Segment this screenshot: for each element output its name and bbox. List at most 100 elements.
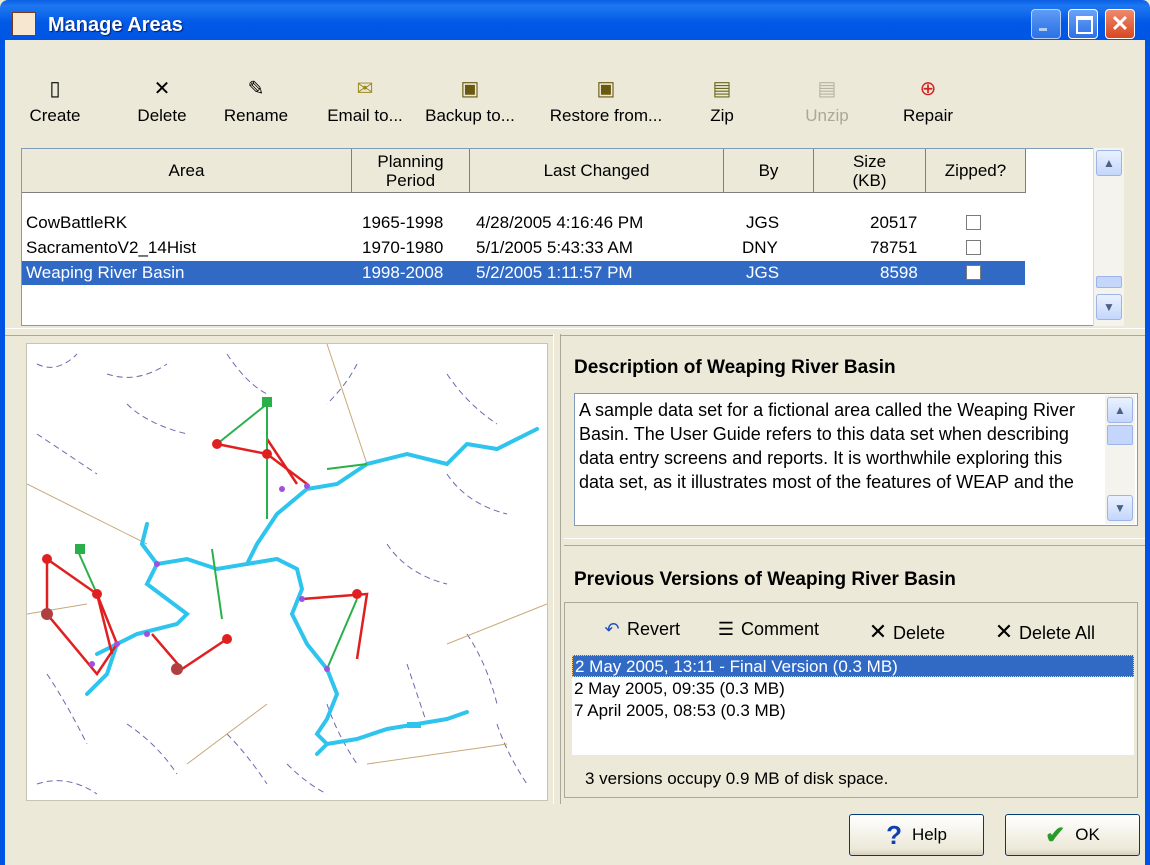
scroll-thumb[interactable] (1096, 276, 1122, 288)
description-splitter[interactable] (564, 538, 1145, 546)
description-title: Description of Weaping River Basin (574, 357, 896, 378)
toolbar: ▯ Create ✕ Delete ✎ Rename ✉ Email to...… (5, 40, 1145, 148)
by-cell: JGS (746, 213, 780, 232)
zipped-checkbox[interactable] (966, 215, 981, 230)
column-header-size[interactable]: Size (KB) (814, 149, 926, 193)
help-button[interactable]: ? Help (849, 814, 984, 856)
delete-label: Delete (137, 106, 187, 125)
vertical-splitter[interactable] (553, 334, 561, 804)
repair-button[interactable]: ⊕ Repair (897, 40, 959, 148)
versions-list[interactable]: 2 May 2005, 13:11 - Final Version (0.3 M… (572, 655, 1134, 755)
delete-all-label: Delete All (1019, 623, 1096, 643)
table-row-selected[interactable]: Weaping River Basin 1998-2008 5/2/2005 1… (22, 261, 1025, 285)
column-header-planning-period[interactable]: Planning Period (352, 149, 470, 193)
unzip-label: Unzip (805, 106, 849, 125)
grid-scrollbar[interactable]: ▲ ▼ (1093, 148, 1124, 326)
ok-button[interactable]: ✔ OK (1005, 814, 1140, 856)
envelope-icon: ✉ (356, 78, 374, 100)
checkmark-icon: ✔ (1045, 821, 1066, 849)
by-cell: DNY (742, 238, 778, 257)
minimize-button[interactable] (1031, 9, 1061, 39)
table-row[interactable]: SacramentoV2_14Hist 1970-1980 5/1/2005 5… (22, 236, 1025, 260)
size-cell: 78751 (870, 238, 918, 257)
restore-from-label: Restore from... (549, 106, 663, 125)
revert-button[interactable]: ↶ Revert (601, 619, 680, 640)
version-item-selected[interactable]: 2 May 2005, 13:11 - Final Version (0.3 M… (572, 655, 1134, 677)
backup-to-button[interactable]: ▣ Backup to... (415, 40, 525, 148)
rename-label: Rename (223, 106, 289, 125)
delete-version-button[interactable]: ✕ Delete (867, 619, 945, 645)
scroll-up-button[interactable]: ▲ (1096, 150, 1122, 176)
river-nodes (89, 483, 330, 672)
repair-label: Repair (902, 106, 954, 125)
scroll-down-button[interactable]: ▼ (1107, 495, 1133, 521)
minimize-icon (1039, 28, 1047, 31)
zip-button[interactable]: ▤ Zip (705, 40, 739, 148)
help-label: Help (911, 825, 947, 844)
delete-all-x-icon: ✕ (994, 619, 1014, 644)
unzip-icon: ▤ (817, 78, 837, 100)
delete-button[interactable]: ✕ Delete (129, 40, 195, 148)
comment-button[interactable]: ☰ Comment (715, 619, 819, 640)
comment-label: Comment (741, 619, 820, 639)
area-schematic-map[interactable] (26, 343, 548, 801)
description-scrollbar[interactable]: ▲ ▼ (1105, 395, 1135, 524)
versions-toolbar: ↶ Revert ☰ Comment ✕ Delete ✕ Delete All (565, 603, 1137, 655)
version-item[interactable]: 7 April 2005, 08:53 (0.3 MB) (572, 700, 1134, 722)
period-cell: 1965-1998 (362, 213, 444, 232)
app-icon (12, 12, 36, 36)
version-item[interactable]: 2 May 2005, 09:35 (0.3 MB) (572, 678, 1134, 700)
ok-label: OK (1075, 825, 1100, 844)
zip-label: Zip (710, 106, 734, 125)
scroll-thumb[interactable] (1107, 425, 1133, 445)
last-changed-cell: 5/2/2005 1:11:57 PM (476, 263, 633, 282)
column-header-by[interactable]: By (724, 149, 814, 193)
versions-panel: ↶ Revert ☰ Comment ✕ Delete ✕ Delete All 2 M… (564, 602, 1138, 798)
restore-from-button[interactable]: ▣ Restore from... (535, 40, 677, 148)
floppy-restore-icon: ▣ (596, 78, 616, 100)
rename-icon: ✎ (247, 78, 265, 100)
close-icon: ✕ (1110, 11, 1130, 36)
column-header-zipped[interactable]: Zipped? (926, 149, 1026, 193)
column-header-area[interactable]: Area (22, 149, 352, 193)
areas-grid[interactable]: Area Planning Period Last Changed By Siz… (21, 148, 1124, 326)
delete-x-icon: ✕ (153, 78, 171, 100)
last-changed-cell: 5/1/2005 5:43:33 AM (476, 238, 633, 257)
revert-arrow-icon: ↶ (604, 619, 620, 639)
close-button[interactable]: ✕ (1105, 9, 1135, 39)
help-question-icon: ? (886, 819, 902, 850)
email-to-button[interactable]: ✉ Email to... (317, 40, 413, 148)
backup-to-label: Backup to... (425, 106, 515, 125)
size-cell: 8598 (880, 263, 918, 282)
roads (27, 344, 547, 765)
delete-all-button[interactable]: ✕ Delete All (993, 619, 1095, 645)
scroll-up-button[interactable]: ▲ (1107, 397, 1133, 423)
by-cell: JGS (746, 263, 780, 282)
unzip-button[interactable]: ▤ Unzip (801, 40, 853, 148)
period-cell: 1998-2008 (362, 263, 444, 282)
new-document-icon: ▯ (49, 78, 61, 100)
column-header-last-changed[interactable]: Last Changed (470, 149, 724, 193)
transmission-links (45, 438, 369, 677)
description-textbox[interactable]: A sample data set for a fictional area c… (574, 393, 1138, 526)
tributaries (36, 353, 528, 795)
rename-button[interactable]: ✎ Rename (217, 40, 295, 148)
size-cell: 20517 (870, 213, 918, 232)
zipped-checkbox[interactable] (966, 265, 981, 280)
create-label: Create (29, 106, 81, 125)
main-river (85, 427, 539, 756)
horizontal-splitter[interactable] (5, 328, 1145, 336)
create-button[interactable]: ▯ Create (27, 40, 83, 148)
comment-icon: ☰ (717, 619, 735, 639)
floppy-disk-icon: ▣ (460, 78, 480, 100)
period-cell: 1970-1980 (362, 238, 444, 257)
maximize-button[interactable] (1068, 9, 1098, 39)
description-text[interactable]: A sample data set for a fictional area c… (579, 398, 1099, 523)
zip-icon: ▤ (712, 78, 732, 100)
scroll-down-button[interactable]: ▼ (1096, 294, 1122, 320)
versions-status: 3 versions occupy 0.9 MB of disk space. (585, 769, 889, 788)
area-cell: CowBattleRK (26, 213, 128, 232)
zipped-checkbox[interactable] (966, 240, 981, 255)
table-row[interactable]: CowBattleRK 1965-1998 4/28/2005 4:16:46 … (22, 211, 1025, 235)
area-cell: SacramentoV2_14Hist (26, 238, 197, 257)
